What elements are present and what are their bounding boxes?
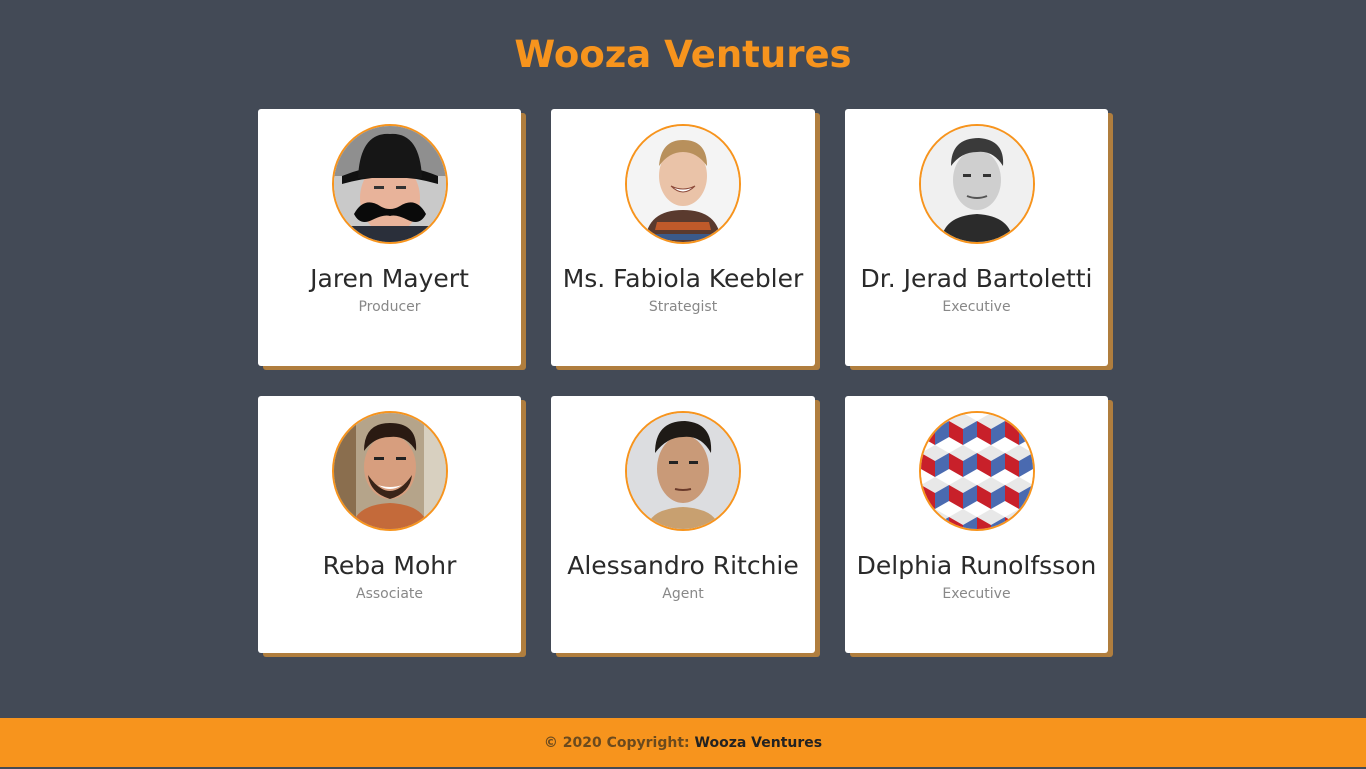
member-name: Alessandro Ritchie Agent [561,548,805,605]
avatar [918,411,1035,531]
member-role: Executive [942,586,1011,602]
member-role: Executive [942,299,1011,315]
team-card: Delphia Runolfsson Executive [845,396,1108,653]
avatar [625,411,741,531]
member-name-text: Delphia Runolfsson [856,551,1097,580]
member-role: Agent [662,586,704,602]
team-card: Jaren Mayert Producer [258,109,521,366]
smiling-man-portrait-icon [627,126,739,242]
member-role: Producer [358,299,421,315]
member-name-text: Reba Mohr [322,551,457,580]
member-name-text: Ms. Fabiola Keebler [562,264,804,293]
avatar [331,411,448,531]
man-portrait-icon [627,413,739,529]
member-role: Strategist [648,299,718,315]
member-name: Ms. Fabiola Keebler Strategist [561,261,805,318]
cube-pattern-image-icon [920,413,1033,529]
grayscale-man-portrait-icon [920,126,1033,242]
member-name-text: Dr. Jerad Bartoletti [860,264,1093,293]
footer: © 2020 Copyright: Wooza Ventures [0,718,1366,767]
page-title: Wooza Ventures [514,33,852,76]
team-card: Reba Mohr Associate [258,396,521,653]
footer-brand-link[interactable]: Wooza Ventures [695,735,823,751]
member-name: Reba Mohr Associate [268,548,511,605]
cowboy-mustache-portrait-icon [333,126,446,242]
team-card: Alessandro Ritchie Agent [551,396,815,653]
member-name-text: Jaren Mayert [310,264,469,293]
avatar [625,124,741,244]
member-name: Jaren Mayert Producer [268,261,511,318]
member-name-text: Alessandro Ritchie [567,551,799,580]
avatar [918,124,1035,244]
team-grid: Jaren Mayert Producer Ms. Fabiola Keeble… [258,109,1108,653]
bearded-man-portrait-icon [333,413,446,529]
member-name: Delphia Runolfsson Executive [855,548,1098,605]
member-name: Dr. Jerad Bartoletti Executive [855,261,1098,318]
team-card: Ms. Fabiola Keebler Strategist [551,109,815,366]
footer-copyright: © 2020 Copyright: [543,735,690,751]
team-card: Dr. Jerad Bartoletti Executive [845,109,1108,366]
member-role: Associate [356,586,423,602]
avatar [331,124,448,244]
